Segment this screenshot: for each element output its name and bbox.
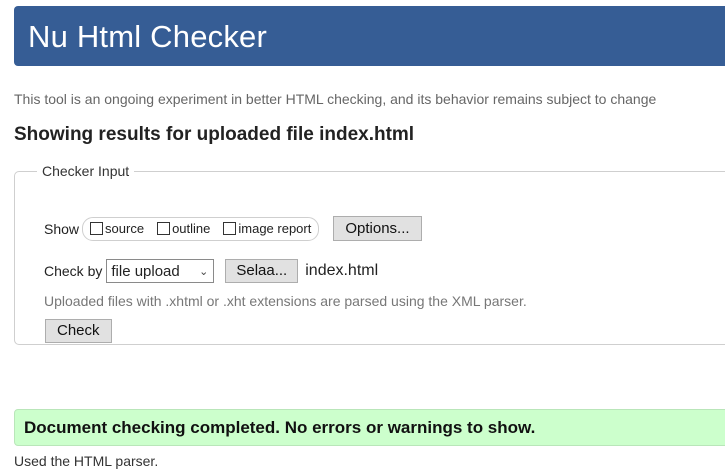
checker-input-legend: Checker Input <box>42 163 130 179</box>
check-button[interactable]: Check <box>45 319 112 343</box>
selected-filename: index.html <box>305 262 379 279</box>
image-report-checkbox-label: image report <box>238 221 312 236</box>
check-by-select-value: file upload <box>111 262 180 280</box>
outline-checkbox-label: outline <box>172 221 211 236</box>
options-button[interactable]: Options... <box>333 216 422 241</box>
parser-info-text: Used the HTML parser. <box>14 453 159 469</box>
check-by-label: Check by <box>44 263 103 279</box>
browse-file-button[interactable]: Selaa... <box>225 259 299 283</box>
show-options-group: source outline image report <box>82 216 320 241</box>
check-by-select[interactable]: file upload ⌄ <box>106 259 215 283</box>
show-source-option[interactable]: source <box>90 221 144 236</box>
show-row: Show source outline image report Options… <box>44 216 422 241</box>
tagline: This tool is an ongoing experiment in be… <box>14 91 657 107</box>
outline-checkbox[interactable] <box>157 222 171 235</box>
source-checkbox[interactable] <box>90 222 104 235</box>
image-report-checkbox[interactable] <box>223 222 237 235</box>
success-message: Document checking completed. No errors o… <box>24 418 536 437</box>
checker-input-fieldset: Checker Input Show source outline image … <box>14 163 725 345</box>
show-image-report-option[interactable]: image report <box>223 221 311 236</box>
success-message-box: Document checking completed. No errors o… <box>14 409 725 446</box>
show-label: Show <box>44 220 80 237</box>
results-title: Showing results for uploaded file index.… <box>14 124 415 145</box>
check-by-row: Check by file upload ⌄ Selaa... index.ht… <box>44 259 378 283</box>
show-outline-option[interactable]: outline <box>157 221 210 236</box>
app-title: Nu Html Checker <box>28 19 267 54</box>
source-checkbox-label: source <box>105 221 145 236</box>
app-header: Nu Html Checker <box>14 6 725 66</box>
xml-parser-hint: Uploaded files with .xhtml or .xht exten… <box>44 293 527 309</box>
chevron-down-icon: ⌄ <box>199 265 209 278</box>
